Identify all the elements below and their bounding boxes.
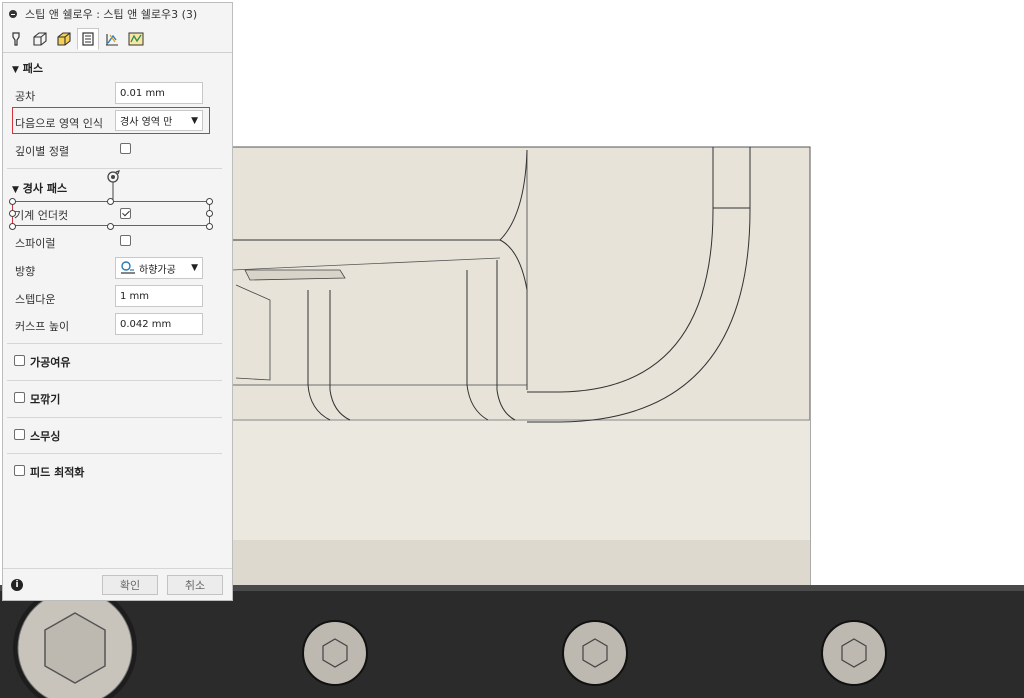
selection-handle[interactable]	[9, 198, 16, 205]
selection-handle[interactable]	[206, 210, 213, 217]
linking-icon	[106, 34, 118, 46]
direction-select[interactable]: 하향가공 ▼	[115, 257, 203, 279]
bolt-small-2	[562, 620, 628, 686]
cusp-height-label: 커스프 높이	[15, 320, 70, 333]
tool-icon	[12, 32, 20, 46]
selection-handle[interactable]	[107, 223, 114, 230]
depth-sort-checkbox[interactable]	[120, 143, 131, 154]
info-icon[interactable]: i	[11, 579, 23, 591]
simulation-icon	[128, 32, 144, 46]
passes-icon	[82, 32, 94, 46]
cusp-height-input[interactable]: 0.042 mm	[115, 313, 203, 335]
divider	[7, 417, 222, 418]
tolerance-label: 공차	[15, 90, 36, 103]
region-select[interactable]: 경사 영역 만 ▼	[115, 110, 203, 131]
rotate-gizmo-icon[interactable]	[104, 169, 122, 201]
fillet-label: 모깎기	[30, 393, 61, 406]
footer-divider	[3, 568, 232, 569]
passes-section-header[interactable]: ▼ 패스	[12, 60, 43, 76]
geometry-icon	[33, 32, 47, 46]
divider	[7, 380, 222, 381]
tolerance-input[interactable]: 0.01 mm	[115, 82, 203, 104]
tab-linking[interactable]	[101, 28, 123, 50]
cancel-button[interactable]: 취소	[167, 575, 223, 595]
dialog-tabs	[5, 28, 149, 52]
heights-icon	[57, 32, 71, 46]
climb-milling-icon	[121, 261, 135, 274]
tab-simulation[interactable]	[125, 28, 147, 50]
machine-undercut-label: 기계 언더컷	[14, 209, 69, 222]
stepdown-input[interactable]: 1 mm	[115, 285, 203, 307]
divider	[7, 453, 222, 454]
tab-heights[interactable]	[53, 28, 75, 50]
collapse-icon[interactable]	[9, 10, 17, 18]
selection-handle[interactable]	[206, 198, 213, 205]
tab-geometry[interactable]	[29, 28, 51, 50]
dropdown-arrow-icon: ▼	[191, 263, 198, 273]
caret-down-icon: ▼	[12, 65, 19, 75]
steep-passes-section-header[interactable]: ▼ 경사 패스	[12, 180, 67, 196]
toolpath-dialog: 스팁 앤 쉘로우 : 스팁 앤 쉘로우3 (3) ▼ 패스 공차 0.01 mm…	[2, 2, 233, 601]
feed-optimization-checkbox[interactable]	[14, 465, 25, 476]
region-label: 다음으로 영역 인식	[15, 117, 103, 130]
dialog-titlebar[interactable]: 스팁 앤 쉘로우 : 스팁 앤 쉘로우3 (3)	[3, 3, 232, 25]
ok-button[interactable]: 확인	[102, 575, 158, 595]
stepdown-label: 스텝다운	[15, 293, 56, 306]
spiral-checkbox[interactable]	[120, 235, 131, 246]
dropdown-arrow-icon: ▼	[191, 115, 198, 126]
stock-to-leave-checkbox[interactable]	[14, 355, 25, 366]
spiral-label: 스파이럴	[15, 237, 56, 250]
direction-label: 방향	[15, 265, 36, 278]
selection-handle[interactable]	[9, 223, 16, 230]
bolt-small-3	[821, 620, 887, 686]
fillet-checkbox[interactable]	[14, 392, 25, 403]
tab-tool[interactable]	[5, 28, 27, 50]
caret-down-icon: ▼	[12, 185, 19, 195]
depth-sort-label: 깊이별 정렬	[15, 145, 70, 158]
stock-to-leave-label: 가공여유	[30, 356, 71, 369]
machine-undercut-checkbox[interactable]	[120, 208, 131, 219]
tab-divider	[3, 52, 232, 53]
divider	[7, 343, 222, 344]
dialog-title: 스팁 앤 쉘로우 : 스팁 앤 쉘로우3 (3)	[25, 8, 198, 21]
smoothing-checkbox[interactable]	[14, 429, 25, 440]
feed-optimization-label: 피드 최적화	[30, 466, 85, 479]
selection-handle[interactable]	[206, 223, 213, 230]
tab-passes[interactable]	[77, 28, 99, 50]
bolt-small-1	[302, 620, 368, 686]
selection-handle[interactable]	[107, 198, 114, 205]
smoothing-label: 스무싱	[30, 430, 61, 443]
